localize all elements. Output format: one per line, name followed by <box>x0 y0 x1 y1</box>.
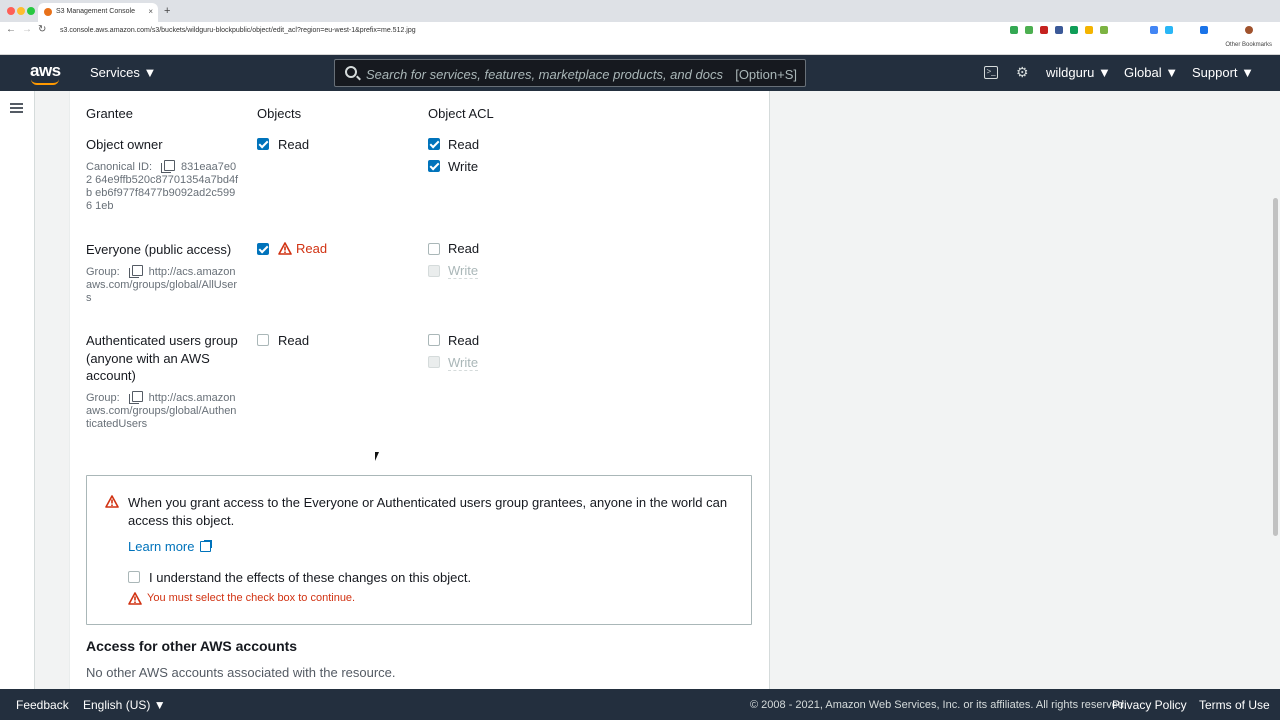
acknowledge-label[interactable]: I understand the effects of these change… <box>149 570 471 585</box>
owner-objects-read-checkbox[interactable] <box>257 138 269 150</box>
checkbox-label: Read <box>448 137 480 152</box>
aws-favicon-icon <box>44 8 52 16</box>
support-menu[interactable]: Support ▼ <box>1192 65 1254 80</box>
warning-icon <box>105 495 119 508</box>
tab-title: S3 Management Console <box>56 8 135 15</box>
account-menu[interactable]: wildguru ▼ <box>1046 65 1111 80</box>
aws-top-nav: aws Services ▼ Search for services, feat… <box>0 55 1280 91</box>
search-icon <box>345 66 357 78</box>
cloudshell-icon[interactable]: >_ <box>984 66 998 79</box>
meta-label: Group: <box>86 266 120 278</box>
extension-icon[interactable] <box>1025 26 1033 34</box>
owner-acl-write-checkbox[interactable] <box>428 160 440 172</box>
checkbox-label: Write <box>448 159 479 174</box>
copy-icon[interactable] <box>128 265 143 278</box>
back-icon[interactable]: ← <box>6 24 16 35</box>
warning-message: When you grant access to the Everyone or… <box>128 495 728 528</box>
copy-icon[interactable] <box>161 160 176 173</box>
feedback-link[interactable]: Feedback <box>16 698 69 712</box>
search-input[interactable]: Search for services, features, marketpla… <box>334 59 806 87</box>
copy-icon[interactable] <box>128 391 143 404</box>
grantee-group-uri: Group: http://acs.amazon aws.com/groups/g… <box>86 265 240 305</box>
notifications-bell-icon[interactable]: ⚙ <box>1016 64 1029 81</box>
checkbox-label: Read <box>278 137 310 152</box>
owner-acl-read-checkbox[interactable] <box>428 138 440 150</box>
column-header-object-acl: Object ACL <box>428 106 494 121</box>
checkbox-label: Read <box>448 241 480 256</box>
other-accounts-empty-text: No other AWS accounts associated with th… <box>86 665 396 680</box>
copyright-text: © 2008 - 2021, Amazon Web Services, Inc.… <box>750 699 1127 711</box>
error-icon <box>128 592 142 605</box>
search-shortcut: [Option+S] <box>735 67 797 82</box>
reload-icon[interactable]: ↻ <box>38 24 46 35</box>
browser-tab-strip: S3 Management Console × + <box>0 0 1280 22</box>
sidebar <box>0 91 35 689</box>
everyone-acl-write-checkbox <box>428 265 440 277</box>
window-minimize-dot[interactable] <box>17 7 25 15</box>
tab-close-icon[interactable]: × <box>148 7 153 16</box>
extension-icon[interactable] <box>1150 26 1158 34</box>
profile-avatar[interactable] <box>1245 26 1253 34</box>
search-placeholder: Search for services, features, marketpla… <box>366 67 723 82</box>
everyone-objects-read-checkbox[interactable] <box>257 243 269 255</box>
extension-icon[interactable] <box>1100 26 1108 34</box>
bookmarks-bar: Other Bookmarks <box>0 39 1280 55</box>
checkbox-label: Read <box>296 241 328 256</box>
scrollbar-thumb[interactable] <box>1273 198 1278 536</box>
terms-of-use-link[interactable]: Terms of Use <box>1199 698 1270 712</box>
column-header-grantee: Grantee <box>86 106 133 121</box>
extension-icon[interactable] <box>1070 26 1078 34</box>
grantee-name: Everyone (public access) <box>86 242 232 257</box>
acknowledge-checkbox[interactable] <box>128 571 140 583</box>
aws-logo[interactable]: aws <box>30 61 61 81</box>
public-access-warning: When you grant access to the Everyone or… <box>86 475 752 625</box>
authusers-acl-write-checkbox <box>428 356 440 368</box>
other-bookmarks[interactable]: Other Bookmarks <box>1225 42 1272 48</box>
browser-tab[interactable]: S3 Management Console × <box>38 3 158 22</box>
authusers-objects-read-checkbox[interactable] <box>257 334 269 346</box>
learn-more-label: Learn more <box>128 539 195 554</box>
extension-icon[interactable] <box>1085 26 1093 34</box>
column-header-objects: Objects <box>257 106 302 121</box>
window-zoom-dot[interactable] <box>27 7 35 15</box>
extension-icon[interactable] <box>1165 26 1173 34</box>
extension-icon[interactable] <box>1200 26 1208 34</box>
language-selector[interactable]: English (US) ▼ <box>83 698 166 712</box>
services-menu[interactable]: Services ▼ <box>90 65 156 80</box>
checkbox-label: Read <box>278 333 310 348</box>
everyone-acl-read-checkbox[interactable] <box>428 243 440 255</box>
meta-label: Canonical ID: <box>86 161 153 173</box>
mouse-cursor-icon <box>375 452 383 461</box>
aws-logo-smile-icon <box>31 79 59 85</box>
grantee-name: Authenticated users group (anyone with a… <box>86 333 238 383</box>
authusers-acl-read-checkbox[interactable] <box>428 334 440 346</box>
checkbox-label: Write <box>448 263 479 279</box>
checkbox-label: Write <box>448 355 479 371</box>
privacy-policy-link[interactable]: Privacy Policy <box>1112 698 1187 712</box>
forward-icon[interactable]: → <box>22 24 32 35</box>
browser-toolbar: ← → ↻ s3.console.aws.amazon.com/s3/bucke… <box>0 22 1280 39</box>
learn-more-link[interactable]: Learn more <box>128 539 213 554</box>
window-close-dot[interactable] <box>7 7 15 15</box>
grantee-canonical-id: Canonical ID: 831eaa7e02 64e9ffb520c87701… <box>86 160 240 213</box>
aws-footer: Feedback English (US) ▼ © 2008 - 2021, A… <box>0 689 1280 720</box>
extension-icon[interactable] <box>1010 26 1018 34</box>
extension-icon[interactable] <box>1040 26 1048 34</box>
grantee-group-uri: Group: http://acs.amazon aws.com/groups/g… <box>86 391 240 431</box>
extension-icon[interactable] <box>1055 26 1063 34</box>
grantee-name: Object owner <box>86 137 163 152</box>
checkbox-label: Read <box>448 333 480 348</box>
external-link-icon <box>200 540 213 552</box>
other-accounts-heading: Access for other AWS accounts <box>86 638 298 654</box>
menu-icon[interactable] <box>10 103 23 113</box>
warning-icon <box>278 242 292 255</box>
new-tab-button[interactable]: + <box>164 5 170 17</box>
meta-label: Group: <box>86 392 120 404</box>
validation-error: You must select the check box to continu… <box>147 592 356 604</box>
address-bar[interactable]: s3.console.aws.amazon.com/s3/buckets/wil… <box>54 24 954 37</box>
region-menu[interactable]: Global ▼ <box>1124 65 1178 80</box>
